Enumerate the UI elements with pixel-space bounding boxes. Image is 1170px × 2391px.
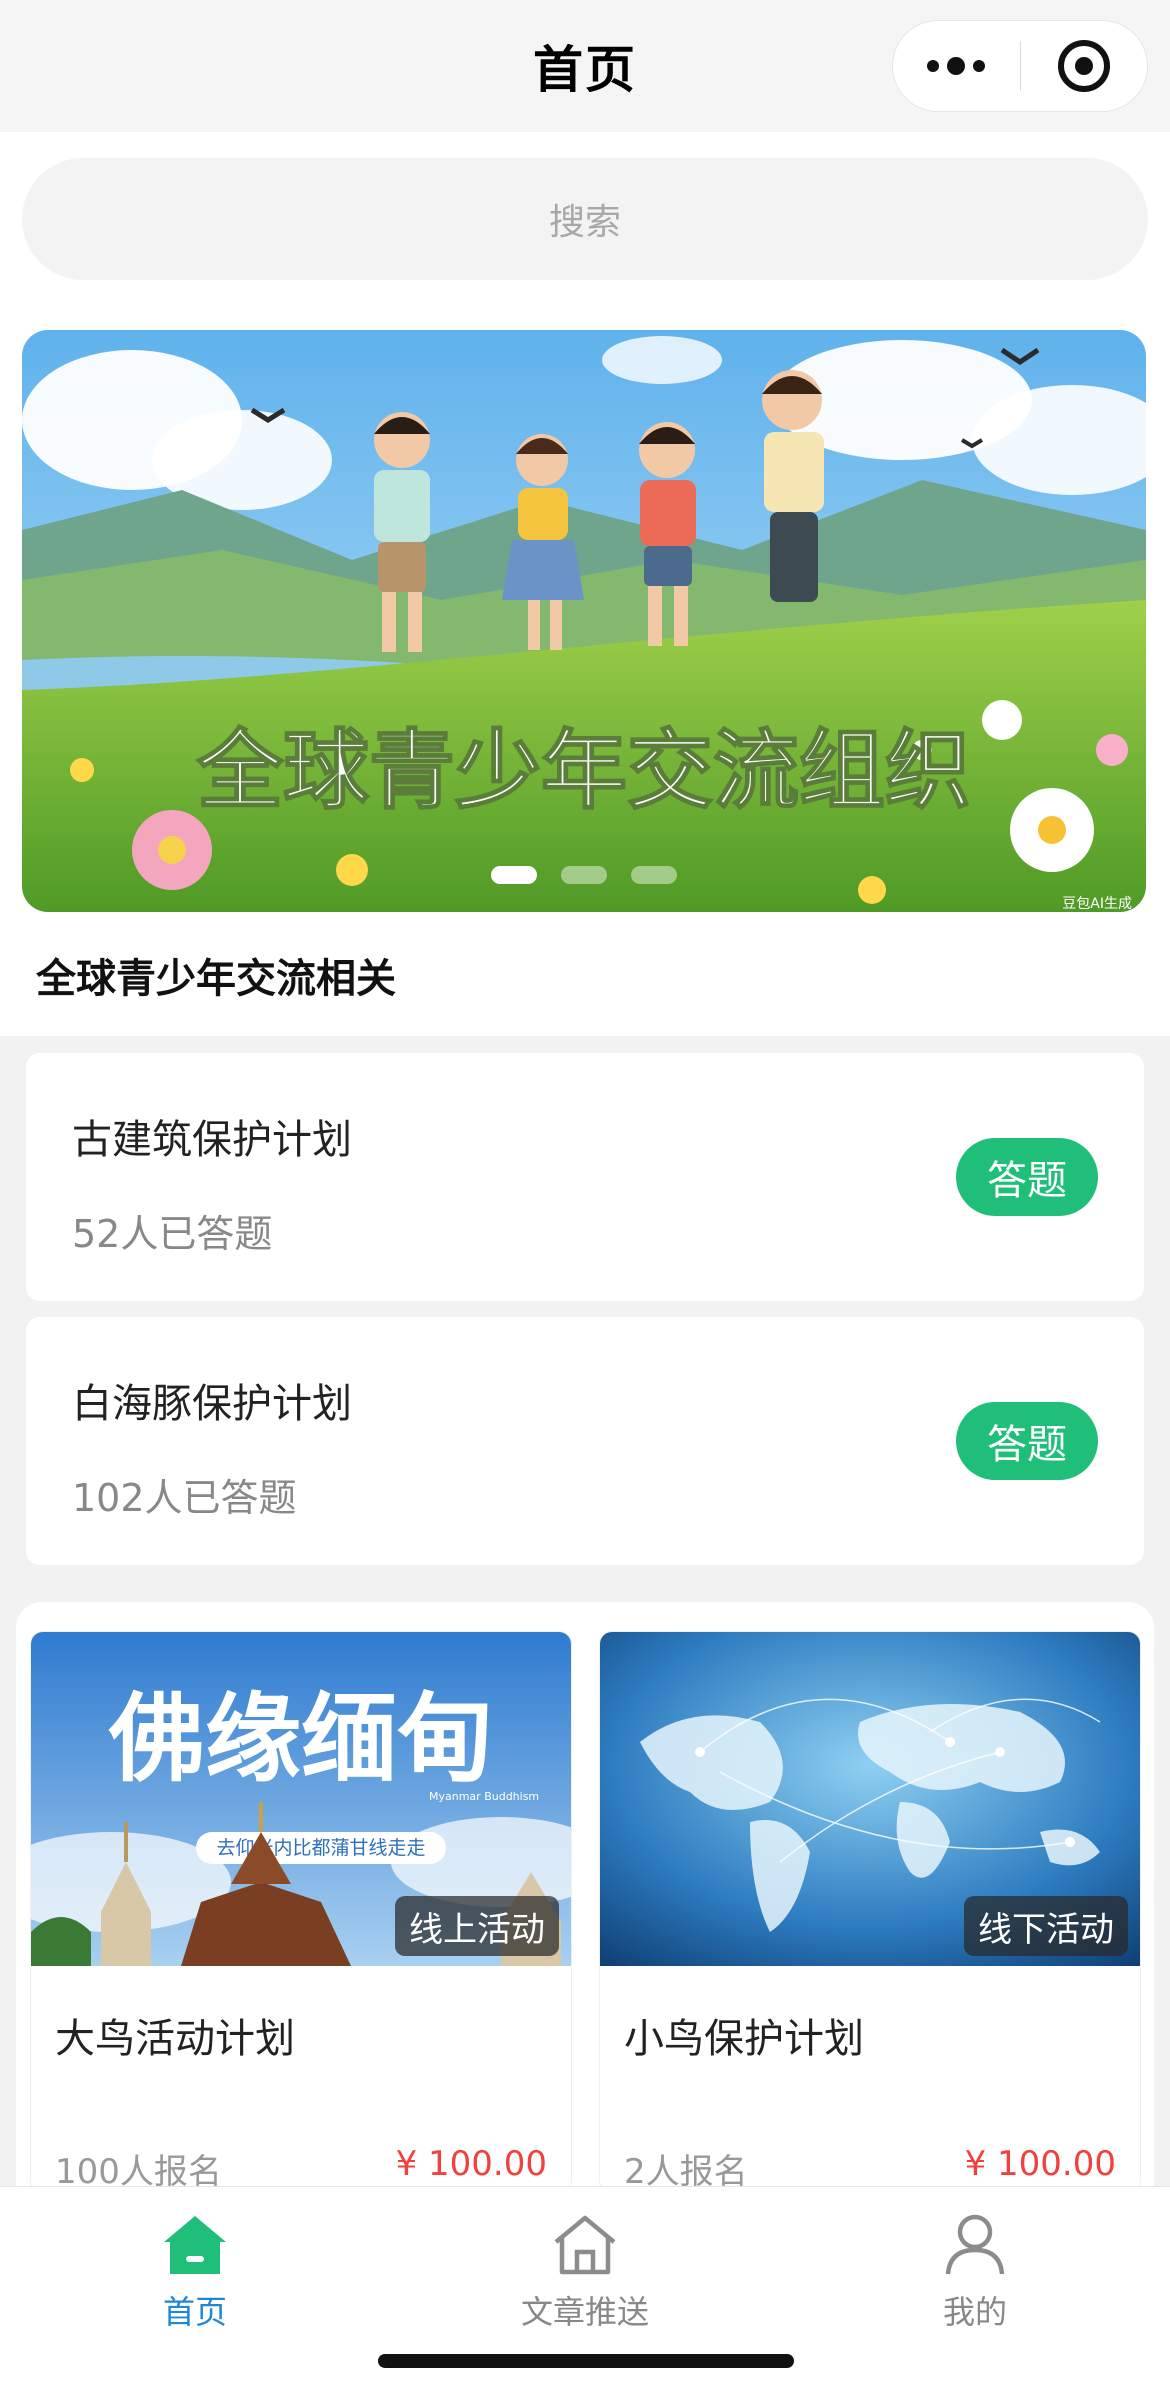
signup-count: 2人报名 bbox=[624, 2152, 748, 2192]
activity-card[interactable]: 佛缘缅甸 Myanmar Buddhism 去仰光内比都蒲甘线走走 线上活动 大… bbox=[31, 1632, 571, 2192]
activity-tag: 线下活动 bbox=[964, 1896, 1128, 1956]
banner-image: 全球青少年交流组织 豆包AI生成 bbox=[22, 330, 1146, 912]
signup-count: 100人报名 bbox=[55, 2152, 222, 2192]
quiz-card[interactable]: 古建筑保护计划 52人已答题 答题 bbox=[26, 1053, 1144, 1301]
miniprogram-capsule bbox=[892, 20, 1148, 112]
target-icon bbox=[1057, 40, 1110, 92]
banner-watermark: 豆包AI生成 bbox=[1062, 896, 1132, 912]
more-button[interactable] bbox=[893, 20, 1020, 112]
navbar: 首页 bbox=[0, 0, 1170, 132]
carousel-dot[interactable] bbox=[631, 866, 677, 884]
more-dots-icon bbox=[927, 57, 986, 75]
quiz-count: 52人已答题 bbox=[72, 1212, 273, 1256]
quiz-title: 白海豚保护计划 bbox=[72, 1381, 352, 1427]
activity-title: 小鸟保护计划 bbox=[624, 2016, 864, 2062]
tab-label: 我的 bbox=[942, 2293, 1007, 2331]
activity-title: 大鸟活动计划 bbox=[55, 2016, 295, 2062]
activity-price: ¥ 100.00 bbox=[964, 2144, 1116, 2184]
answer-button[interactable]: 答题 bbox=[956, 1402, 1098, 1480]
house-outline-icon bbox=[547, 2209, 623, 2279]
carousel-indicators bbox=[22, 866, 1146, 884]
page-title: 首页 bbox=[533, 41, 637, 99]
poster-title: 佛缘缅甸 bbox=[108, 1682, 493, 1795]
home-indicator bbox=[378, 2354, 794, 2368]
home-icon bbox=[157, 2209, 233, 2279]
activity-tag: 线上活动 bbox=[395, 1896, 559, 1956]
carousel-dot[interactable] bbox=[561, 866, 607, 884]
tab-label: 文章推送 bbox=[520, 2293, 649, 2331]
quiz-count: 102人已答题 bbox=[72, 1476, 297, 1520]
carousel-dot[interactable] bbox=[491, 866, 537, 884]
tab-articles[interactable]: 文章推送 bbox=[475, 2209, 695, 2333]
activity-price: ¥ 100.00 bbox=[395, 2144, 547, 2184]
close-miniprogram-button[interactable] bbox=[1020, 20, 1147, 112]
section-title: 全球青少年交流相关 bbox=[36, 956, 396, 1002]
activity-image: 佛缘缅甸 Myanmar Buddhism 去仰光内比都蒲甘线走走 线上活动 bbox=[31, 1632, 571, 1966]
banner-caption: 全球青少年交流组织 bbox=[196, 721, 971, 821]
tab-mine[interactable]: 我的 bbox=[865, 2209, 1085, 2333]
search-input[interactable]: 搜索 bbox=[22, 158, 1148, 280]
page: 首页 搜索 全球青少年交流组织 豆包AI生成 全球青少年交流相关 古建筑保护计划… bbox=[0, 0, 1170, 2391]
banner-carousel[interactable]: 全球青少年交流组织 豆包AI生成 bbox=[22, 330, 1146, 912]
poster-brand: Myanmar Buddhism bbox=[429, 1790, 539, 1803]
user-icon bbox=[937, 2209, 1013, 2279]
activity-image: 线下活动 bbox=[600, 1632, 1140, 1966]
tab-label: 首页 bbox=[162, 2293, 227, 2331]
quiz-card[interactable]: 白海豚保护计划 102人已答题 答题 bbox=[26, 1317, 1144, 1565]
tab-home[interactable]: 首页 bbox=[85, 2209, 305, 2333]
activity-card[interactable]: 线下活动 小鸟保护计划 2人报名 ¥ 100.00 bbox=[600, 1632, 1140, 2192]
answer-button[interactable]: 答题 bbox=[956, 1138, 1098, 1216]
quiz-title: 古建筑保护计划 bbox=[72, 1117, 352, 1163]
